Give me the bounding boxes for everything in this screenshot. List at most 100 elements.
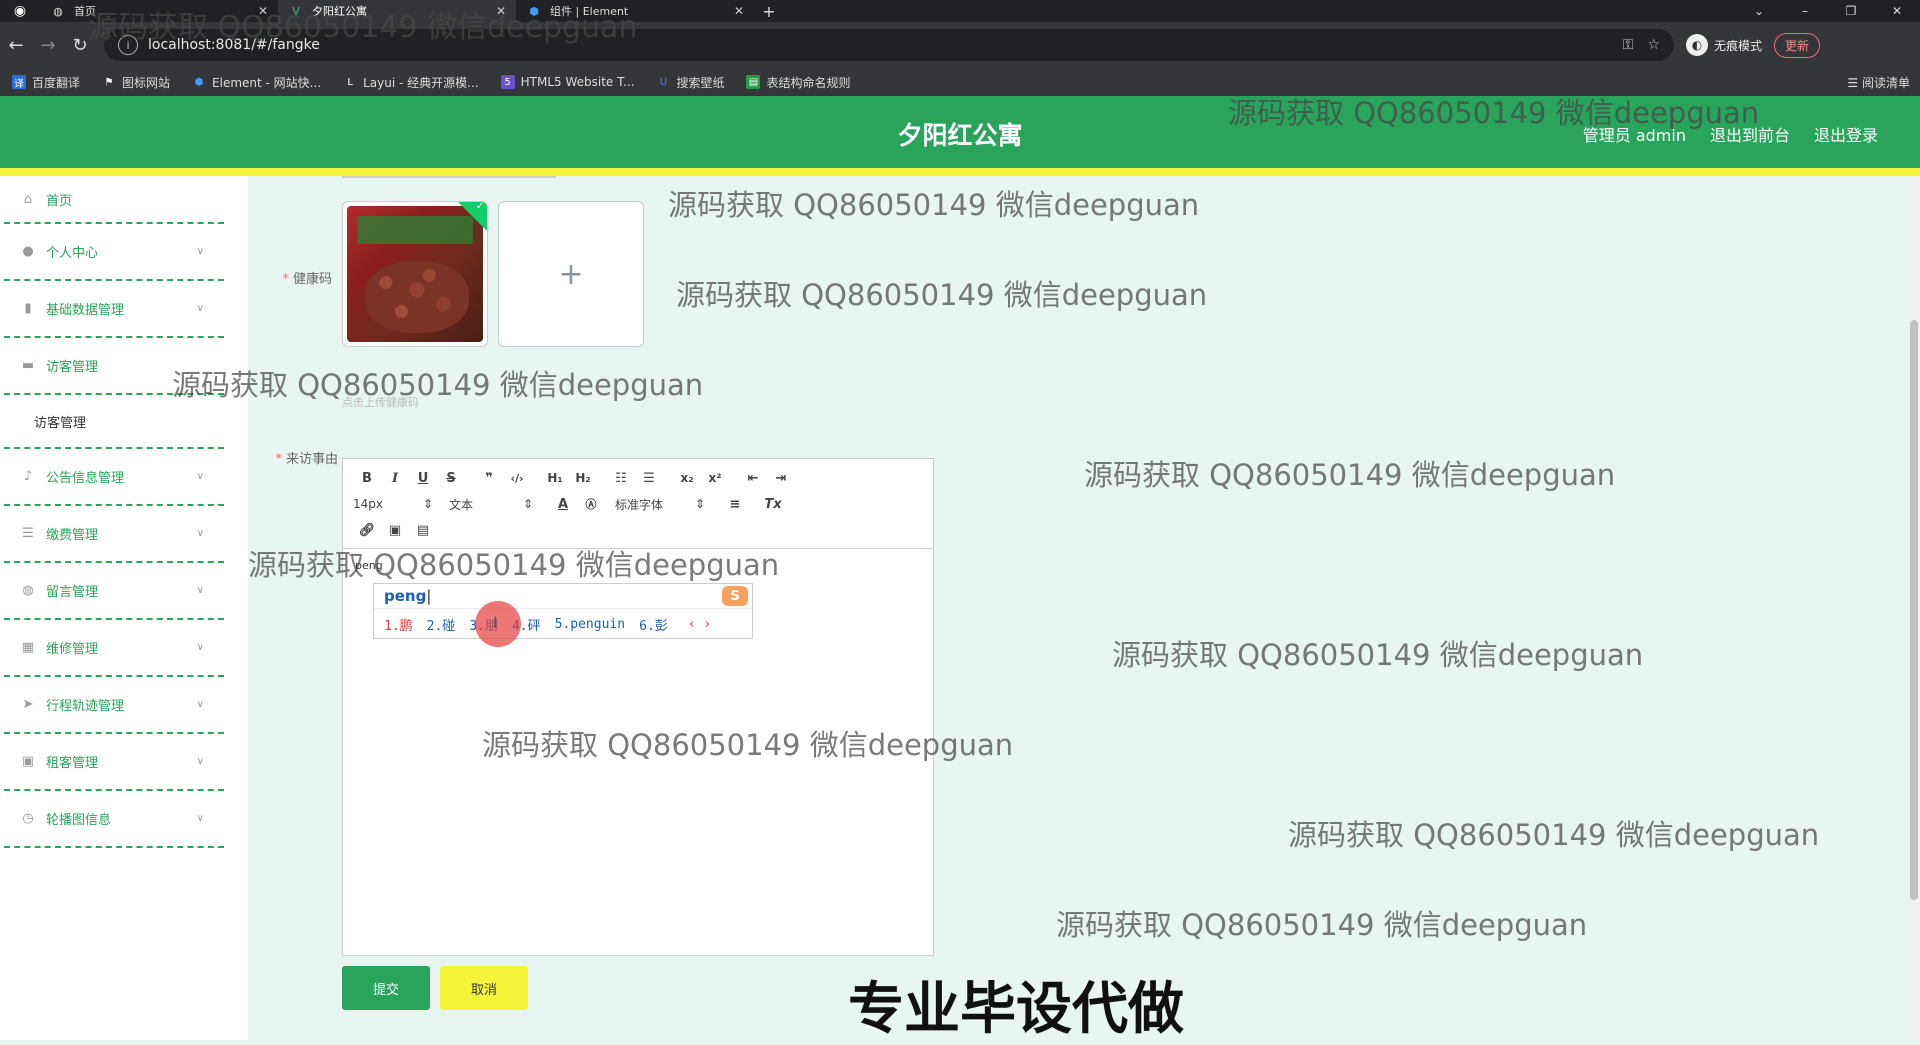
reload-icon[interactable]: ↻ [64, 35, 96, 56]
background-color-button[interactable]: Ⓐ [577, 496, 605, 512]
reading-list-button[interactable]: ☰ 阅读清单 [1847, 74, 1910, 91]
health-code-thumbnail[interactable]: ✓ [342, 201, 488, 347]
html5-icon: 5 [500, 75, 515, 89]
forward-icon[interactable]: → [32, 35, 64, 56]
rich-text-editor[interactable]: B I U S ❞ ‹/› H₁ H₂ ☷ ☰ x₂ x² ⇤ ⇥ 14px ⇕… [342, 458, 934, 956]
bookmark-item[interactable]: 5 HTML5 Website T... [500, 75, 634, 89]
click-indicator [475, 601, 521, 647]
minimize-icon[interactable]: – [1782, 0, 1828, 22]
bookmark-item[interactable]: U 搜索壁纸 [656, 74, 725, 91]
subscript-button[interactable]: x₂ [673, 471, 701, 485]
globe-icon: ◍ [53, 4, 63, 18]
health-code-label: * 健康码 [282, 272, 332, 287]
browser-tab-2[interactable]: V 夕阳红公寓 ✕ [278, 0, 516, 22]
location-icon: ➤ [22, 697, 34, 712]
sidebar-subitem-visitor[interactable]: 访客管理 [4, 395, 224, 449]
strike-button[interactable]: S [437, 471, 465, 486]
browser-tab-3[interactable]: ⬢ 组件 | Element ✕ [516, 0, 754, 22]
underline-button[interactable]: U [409, 471, 437, 486]
font-size-select[interactable]: 14px ⇕ [353, 497, 433, 511]
sidebar-item-trip[interactable]: ➤ 行程轨迹管理 ∨ [4, 677, 224, 734]
back-icon[interactable]: ← [0, 35, 32, 56]
new-tab-button[interactable]: + [754, 0, 784, 22]
italic-button[interactable]: I [381, 471, 409, 486]
video-icon[interactable]: ▤ [409, 523, 437, 538]
ordered-list-button[interactable]: ☷ [607, 471, 635, 486]
quote-button[interactable]: ❞ [475, 471, 503, 486]
bookmark-item[interactable]: ⬢ Element - 网站快... [192, 74, 321, 91]
incognito-indicator[interactable]: ◐ 无痕模式 [1686, 34, 1762, 56]
chevron-down-icon: ∨ [196, 471, 204, 482]
plus-icon: + [558, 256, 584, 292]
ime-candidate[interactable]: 2.碰 [427, 615, 456, 634]
sidebar-item-tenant[interactable]: ▣ 租客管理 ∨ [4, 734, 224, 791]
sidebar-item-message[interactable]: ◍ 留言管理 ∨ [4, 563, 224, 620]
window-controls: ⌄ – ❐ ✕ [1736, 0, 1920, 22]
sidebar-item-home[interactable]: ⌂ 首页 [4, 176, 224, 224]
ime-candidate[interactable]: 1.鹏 [384, 615, 413, 634]
close-window-icon[interactable]: ✕ [1874, 0, 1920, 22]
code-button[interactable]: ‹/› [503, 472, 531, 485]
chevron-down-icon: ∨ [196, 585, 204, 596]
editor-toolbar: B I U S ❞ ‹/› H₁ H₂ ☷ ☰ x₂ x² ⇤ ⇥ 14px ⇕… [343, 459, 933, 549]
chevron-down-icon: ∨ [196, 699, 204, 710]
sidebar-item-basic-data[interactable]: ▮ 基础数据管理 ∨ [4, 281, 224, 338]
chevron-down-icon: ∨ [196, 813, 204, 824]
font-family-select[interactable]: 标准字体 ⇕ [615, 496, 705, 513]
logout-link[interactable]: 退出登录 [1814, 122, 1878, 146]
ime-candidate-popup: peng| S 1.鹏 2.碰 3.朋 4.砰 5.penguin 6.彭 ‹ … [373, 583, 753, 639]
sidebar-item-visitor[interactable]: ▬ 访客管理 [4, 338, 224, 395]
close-icon[interactable]: ✕ [734, 4, 744, 18]
update-button[interactable]: 更新 [1774, 32, 1821, 58]
sidebar-item-repair[interactable]: ▦ 维修管理 ∨ [4, 620, 224, 677]
bold-button[interactable]: B [353, 471, 381, 486]
outdent-button[interactable]: ⇤ [739, 471, 767, 486]
close-icon[interactable]: ✕ [258, 4, 268, 18]
incognito-icon: ◐ [1686, 34, 1708, 56]
translate-icon: 译 [12, 75, 26, 90]
sidebar-item-payment[interactable]: ☰ 缴费管理 ∨ [4, 506, 224, 563]
user-icon: ● [22, 244, 34, 259]
browser-tab-1[interactable]: ◍ 首页 ✕ [40, 0, 278, 22]
upload-button[interactable]: + [498, 201, 644, 347]
exit-to-front-link[interactable]: 退出到前台 [1710, 122, 1790, 146]
bullet-list-button[interactable]: ☰ [635, 471, 663, 486]
bookmark-item[interactable]: L Layui - 经典开源模... [343, 74, 478, 91]
link-icon[interactable]: 🔗︎ [353, 523, 381, 538]
visit-reason-label: * 来访事由 [275, 452, 338, 467]
sidebar-item-carousel[interactable]: ◷ 轮播图信息 ∨ [4, 791, 224, 848]
header-select[interactable]: 文本 ⇕ [449, 496, 533, 513]
scrollbar-thumb[interactable] [1910, 320, 1918, 900]
bookmark-item[interactable]: ▤ 表结构命名规则 [746, 74, 850, 91]
key-icon[interactable]: ⚿ [1623, 37, 1634, 53]
align-button[interactable]: ≡ [721, 497, 749, 512]
sidebar-item-profile[interactable]: ● 个人中心 ∨ [4, 224, 224, 281]
indent-button[interactable]: ⇥ [767, 471, 795, 486]
image-icon[interactable]: ▣ [381, 523, 409, 538]
star-icon[interactable]: ☆ [1647, 37, 1660, 53]
submit-button[interactable]: 提交 [342, 966, 430, 1010]
info-icon[interactable]: i [118, 35, 138, 55]
select-arrow-icon: ⇕ [694, 497, 705, 511]
ime-next-icon[interactable]: ‹ › [688, 617, 711, 632]
url-input[interactable]: i localhost:8081/#/fangke ⚿ ☆ [104, 29, 1674, 61]
cancel-button[interactable]: 取消 [440, 966, 528, 1010]
font-color-button[interactable]: A [549, 497, 577, 512]
restore-icon[interactable]: ❐ [1828, 0, 1874, 22]
sidebar-item-notice[interactable]: ♪ 公告信息管理 ∨ [4, 449, 224, 506]
bookmark-item[interactable]: 译百度翻译 [12, 74, 80, 91]
ime-candidate[interactable]: 6.彭 [639, 615, 668, 634]
h2-button[interactable]: H₂ [569, 471, 597, 485]
browser-menu-icon[interactable]: ◉ [0, 0, 40, 22]
select-arrow-icon: ⇕ [422, 497, 433, 511]
ime-candidate[interactable]: 5.penguin [555, 617, 625, 632]
superscript-button[interactable]: x² [701, 471, 729, 485]
h1-button[interactable]: H₁ [541, 471, 569, 485]
app-header: 夕阳红公寓 管理员 admin 退出到前台 退出登录 [0, 96, 1920, 176]
bookmark-item[interactable]: ⚑ 图标网站 [102, 74, 171, 91]
wallpaper-icon: U [659, 76, 668, 88]
close-icon[interactable]: ✕ [496, 4, 506, 18]
sidebar: ⌂ 首页 ● 个人中心 ∨ ▮ 基础数据管理 ∨ ▬ 访客管理 访客管理 ♪ 公告信息管理 ∨ … [0, 176, 248, 1040]
chevron-down-icon[interactable]: ⌄ [1736, 0, 1782, 22]
clear-format-button[interactable]: Tx [759, 497, 787, 512]
